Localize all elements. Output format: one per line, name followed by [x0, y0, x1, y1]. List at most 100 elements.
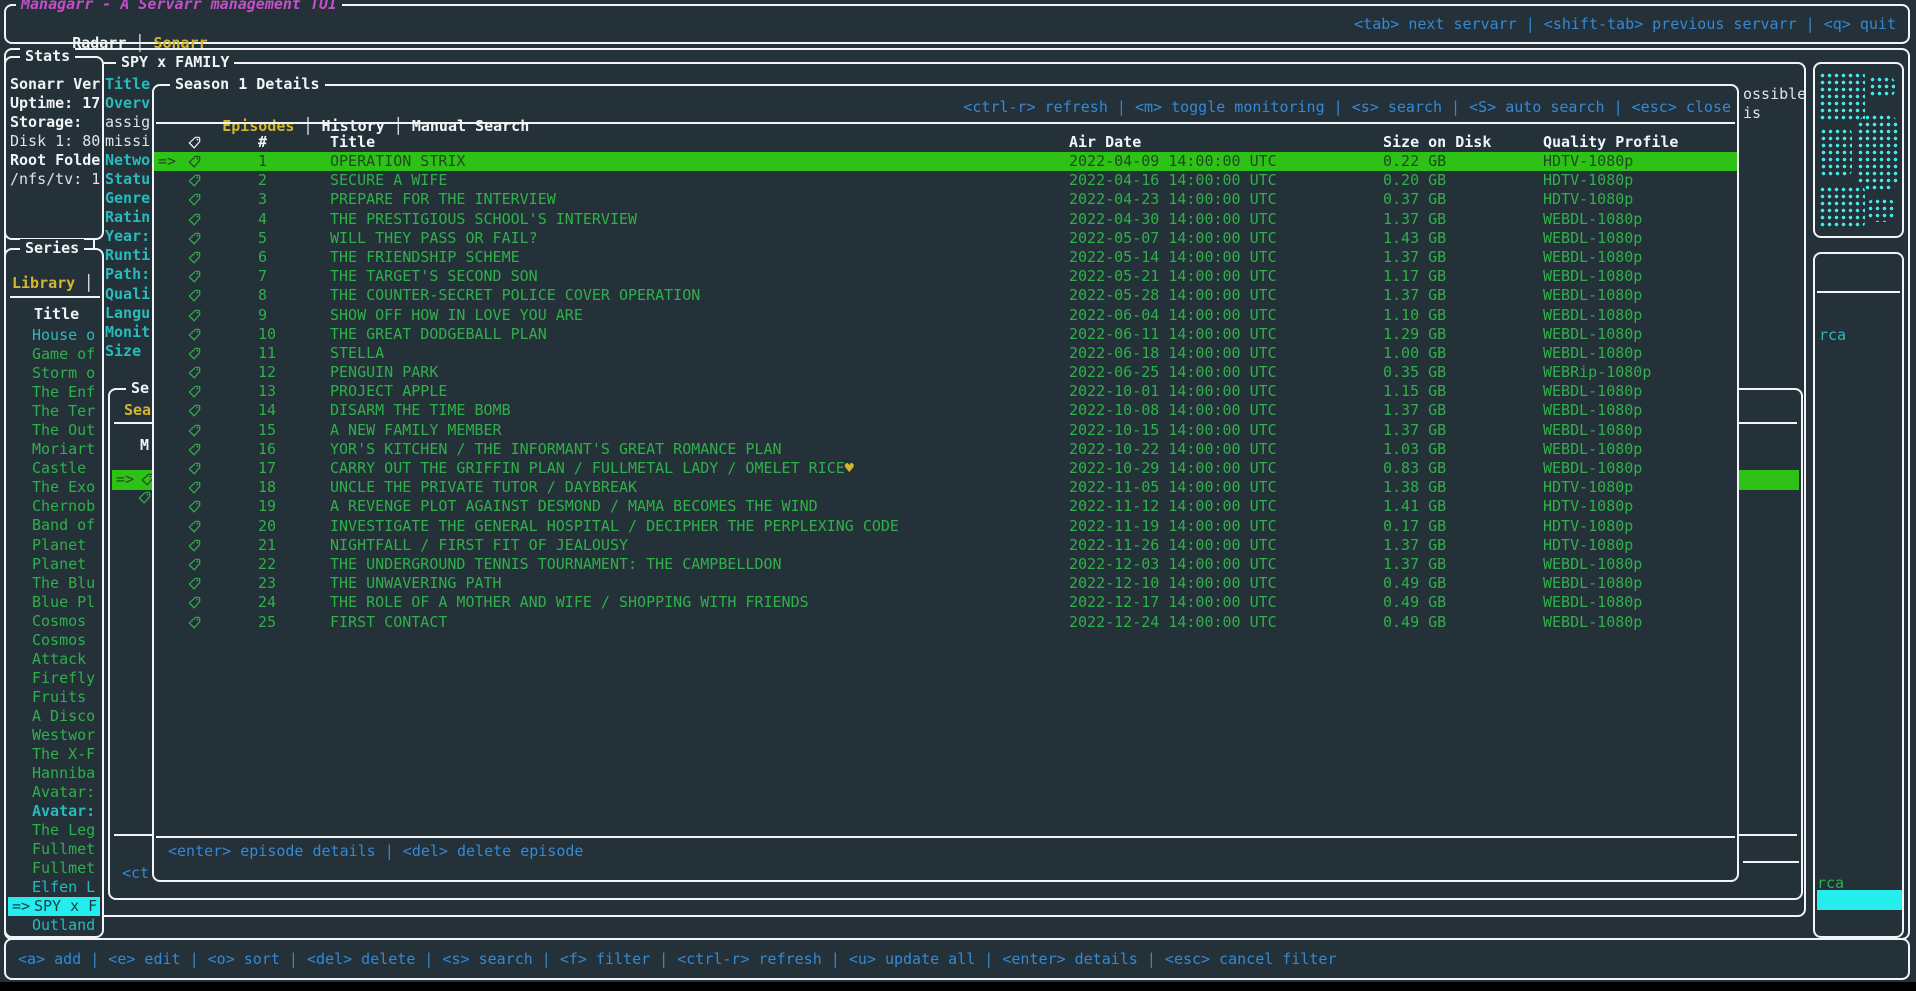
episode-row[interactable]: 5WILL THEY PASS OR FAIL?2022-05-07 14:00… [154, 229, 1737, 248]
episode-row[interactable]: 13PROJECT APPLE2022-10-01 14:00:00 UTC1.… [154, 382, 1737, 401]
series-item[interactable]: Blue Pl [6, 593, 102, 612]
series-item[interactable]: The Ter [6, 402, 102, 421]
episode-size: 1.29 GB [1383, 325, 1446, 344]
episode-row[interactable]: 12PENGUIN PARK2022-06-25 14:00:00 UTC0.3… [154, 363, 1737, 382]
series-item[interactable]: =>SPY x F [8, 897, 100, 916]
tag-icon [188, 538, 201, 557]
series-item[interactable]: Storm o [6, 364, 102, 383]
library-tab[interactable]: Library │ [12, 274, 93, 293]
episode-row[interactable]: 7THE TARGET'S SECOND SON2022-05-21 14:00… [154, 267, 1737, 286]
column-header-number: # [258, 133, 267, 152]
episode-number: 25 [258, 613, 276, 632]
series-item[interactable]: Moriart [6, 440, 102, 459]
stats-row: Sonarr Ver [10, 75, 100, 94]
episode-row[interactable]: 4THE PRESTIGIOUS SCHOOL'S INTERVIEW2022-… [154, 210, 1737, 229]
episode-air-date: 2022-06-18 14:00:00 UTC [1069, 344, 1277, 363]
series-item[interactable]: Fullmet [6, 840, 102, 859]
episode-quality: WEBDL-1080p [1543, 267, 1642, 286]
episode-row[interactable]: 3PREPARE FOR THE INTERVIEW2022-04-23 14:… [154, 190, 1737, 209]
series-item[interactable]: Avatar: [6, 802, 102, 821]
episode-row[interactable]: 8THE COUNTER-SECRET POLICE COVER OPERATI… [154, 286, 1737, 305]
app-title: Managarr - A Servarr management TUI [16, 0, 342, 14]
episode-row[interactable]: 22THE UNDERGROUND TENNIS TOURNAMENT: THE… [154, 555, 1737, 574]
episode-row[interactable]: 17CARRY OUT THE GRIFFIN PLAN / FULLMETAL… [154, 459, 1737, 478]
series-item[interactable]: Cosmos [6, 612, 102, 631]
series-item[interactable]: Outland [6, 916, 102, 935]
episode-title: OPERATION STRIX [330, 152, 465, 171]
series-item[interactable]: Attack [6, 650, 102, 669]
episode-size: 1.37 GB [1383, 555, 1446, 574]
series-item[interactable]: Chernob [6, 497, 102, 516]
episode-row[interactable]: 2SECURE A WIFE2022-04-16 14:00:00 UTC0.2… [154, 171, 1737, 190]
episode-number: 11 [258, 344, 276, 363]
managarr-tui-screen: rca rca SPY x FAMILY TitleOvervassigmiss… [0, 0, 1916, 991]
episode-row[interactable]: 23THE UNWAVERING PATH2022-12-10 14:00:00… [154, 574, 1737, 593]
series-item[interactable]: Cosmos [6, 631, 102, 650]
episode-row[interactable]: 16YOR'S KITCHEN / THE INFORMANT'S GREAT … [154, 440, 1737, 459]
series-item[interactable]: The Leg [6, 821, 102, 840]
episode-row[interactable]: 24THE ROLE OF A MOTHER AND WIFE / SHOPPI… [154, 593, 1737, 612]
selected-arrow: => [12, 897, 30, 916]
episode-title: A REVENGE PLOT AGAINST DESMOND / MAMA BE… [330, 497, 818, 516]
episode-number: 13 [258, 382, 276, 401]
episode-row[interactable]: 10THE GREAT DODGEBALL PLAN2022-06-11 14:… [154, 325, 1737, 344]
episode-row[interactable]: 21NIGHTFALL / FIRST FIT OF JEALOUSY2022-… [154, 536, 1737, 555]
series-item[interactable]: Game of [6, 345, 102, 364]
tag-icon [188, 403, 201, 422]
stats-rows: Sonarr VerUptime: 17Storage:Disk 1: 80Ro… [10, 75, 100, 189]
episode-row[interactable]: 15A NEW FAMILY MEMBER2022-10-15 14:00:00… [154, 421, 1737, 440]
episode-air-date: 2022-05-14 14:00:00 UTC [1069, 248, 1277, 267]
series-item[interactable]: Fruits [6, 688, 102, 707]
series-item[interactable]: A Disco [6, 707, 102, 726]
series-item[interactable]: Avatar: [6, 783, 102, 802]
episode-title: THE COUNTER-SECRET POLICE COVER OPERATIO… [330, 286, 700, 305]
series-item[interactable]: Hanniba [6, 764, 102, 783]
series-item[interactable]: Planet [6, 536, 102, 555]
episode-air-date: 2022-05-07 14:00:00 UTC [1069, 229, 1277, 248]
series-item[interactable]: The Enf [6, 383, 102, 402]
series-item[interactable]: Planet [6, 555, 102, 574]
series-item[interactable]: Band of [6, 516, 102, 535]
series-item[interactable]: House o [6, 326, 102, 345]
series-item[interactable]: Elfen L [6, 878, 102, 897]
episode-row[interactable]: 9SHOW OFF HOW IN LOVE YOU ARE2022-06-04 … [154, 306, 1737, 325]
tab-sonarr[interactable]: Sonarr [153, 34, 207, 52]
episode-size: 1.37 GB [1383, 401, 1446, 420]
poster-panel [1813, 62, 1904, 238]
series-item[interactable]: The Exo [6, 478, 102, 497]
episode-size: 1.38 GB [1383, 478, 1446, 497]
episode-row[interactable]: 25FIRST CONTACT2022-12-24 14:00:00 UTC0.… [154, 613, 1737, 632]
episode-number: 12 [258, 363, 276, 382]
tag-icon [188, 212, 201, 231]
episode-row[interactable]: 6THE FRIENDSHIP SCHEME2022-05-14 14:00:0… [154, 248, 1737, 267]
episode-quality: WEBDL-1080p [1543, 613, 1642, 632]
episode-row[interactable]: 18UNCLE THE PRIVATE TUTOR / DAYBREAK2022… [154, 478, 1737, 497]
tag-icon [188, 461, 201, 480]
series-item[interactable]: Westwor [6, 726, 102, 745]
episode-size: 1.17 GB [1383, 267, 1446, 286]
series-item[interactable]: Castle [6, 459, 102, 478]
episode-title: CARRY OUT THE GRIFFIN PLAN / FULLMETAL L… [330, 459, 854, 478]
episode-row[interactable]: 14DISARM THE TIME BOMB2022-10-08 14:00:0… [154, 401, 1737, 420]
episode-quality: HDTV-1080p [1543, 497, 1633, 516]
series-item[interactable]: Firefly [6, 669, 102, 688]
episode-row[interactable]: 19A REVENGE PLOT AGAINST DESMOND / MAMA … [154, 497, 1737, 516]
episode-row[interactable]: =>1OPERATION STRIX2022-04-09 14:00:00 UT… [154, 152, 1737, 171]
series-detail-field-label: Genre [105, 189, 152, 208]
series-item[interactable]: The X-F [6, 745, 102, 764]
episode-row[interactable]: 20INVESTIGATE THE GENERAL HOSPITAL / DEC… [154, 517, 1737, 536]
series-detail-field-label: Ratin [105, 208, 152, 227]
series-item[interactable]: The Blu [6, 574, 102, 593]
tag-icon [188, 154, 201, 173]
seasons-tab[interactable]: Sea [124, 401, 151, 420]
episode-number: 24 [258, 593, 276, 612]
episode-air-date: 2022-04-09 14:00:00 UTC [1069, 152, 1277, 171]
episode-row[interactable]: 11STELLA2022-06-18 14:00:00 UTC1.00 GBWE… [154, 344, 1737, 363]
tag-icon [188, 499, 201, 518]
episode-air-date: 2022-05-21 14:00:00 UTC [1069, 267, 1277, 286]
series-item[interactable]: The Out [6, 421, 102, 440]
tab-radarr[interactable]: Radarr [72, 34, 126, 52]
episode-title: THE PRESTIGIOUS SCHOOL'S INTERVIEW [330, 210, 637, 229]
series-item[interactable]: Fullmet [6, 859, 102, 878]
episode-title: SECURE A WIFE [330, 171, 447, 190]
